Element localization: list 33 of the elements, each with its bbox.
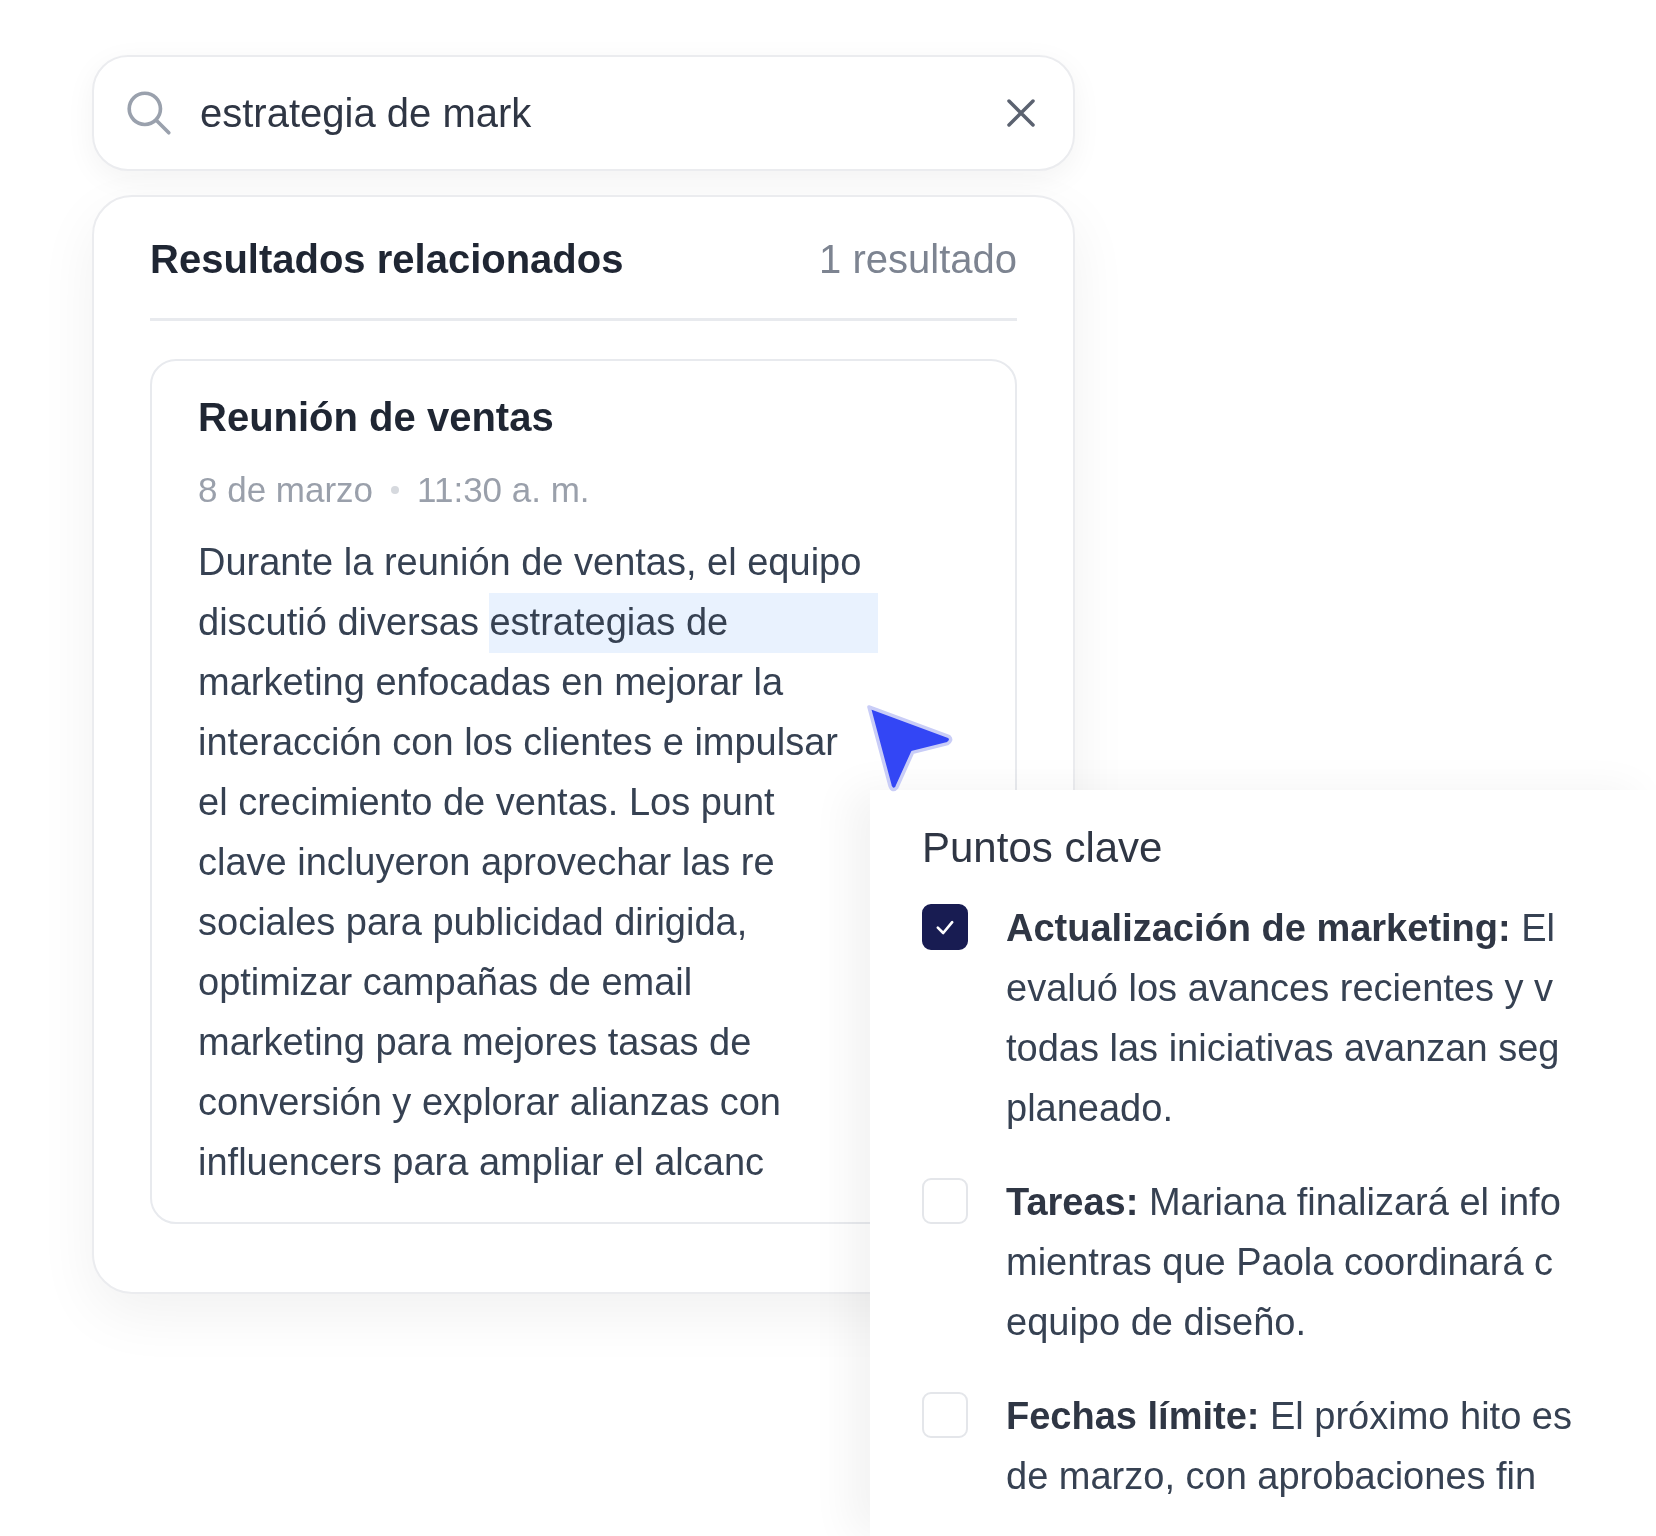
paragraph-text: discutió diversas [198, 601, 480, 643]
close-icon [1005, 97, 1037, 129]
paragraph-text: el crecimiento de ventas. Los punt [198, 781, 775, 823]
search-input[interactable]: estrategia de mark [200, 90, 1001, 136]
paragraph-text: sociales para publicidad dirigida, [198, 901, 748, 943]
result-time: 11:30 a. m. [417, 470, 590, 510]
key-point-text: todas las iniciativas avanzan seg [1006, 1026, 1560, 1071]
highlighted-text: estrategias de [489, 593, 879, 653]
paragraph-text: influencers para ampliar el alcanc [198, 1141, 765, 1183]
separator-dot [391, 486, 400, 494]
paragraph-text: optimizar campañas de email [198, 961, 693, 1003]
key-point-text: Fechas límite: El próximo hito es [1006, 1394, 1572, 1439]
checkbox[interactable] [922, 904, 968, 950]
key-point-text: planeado. [1006, 1086, 1174, 1131]
key-point-text: equipo de diseño. [1006, 1300, 1308, 1345]
paragraph-text: clave incluyeron aprovechar las re [198, 841, 775, 883]
key-point-text: Actualización de marketing: El [1006, 906, 1557, 951]
paragraph-text: marketing para mejores tasas de [198, 1021, 752, 1063]
key-points-title: Puntos clave [922, 824, 1164, 872]
paragraph-text: conversión y explorar alianzas con [198, 1081, 781, 1123]
result-count: 1 resultado [819, 237, 1017, 282]
result-date: 8 de marzo [198, 470, 374, 510]
paragraph-text: marketing enfocadas en mejorar la [198, 661, 784, 703]
search-icon [124, 88, 174, 138]
result-title: Reunión de ventas [198, 395, 555, 440]
key-point-text: evaluó los avances recientes y v [1006, 966, 1555, 1011]
paragraph-text: interacción con los clientes e impulsar [198, 721, 838, 763]
key-point-text: de marzo, con aprobaciones fin [1006, 1454, 1538, 1499]
paragraph-text: Durante la reunión de ventas, el equipo [198, 541, 862, 583]
key-point-text: Tareas: Mariana finalizará el info [1006, 1180, 1561, 1225]
results-title: Resultados relacionados [150, 237, 624, 282]
key-point-text: mientras que Paola coordinará c [1006, 1240, 1555, 1285]
search-field[interactable]: estrategia de mark [92, 55, 1075, 171]
